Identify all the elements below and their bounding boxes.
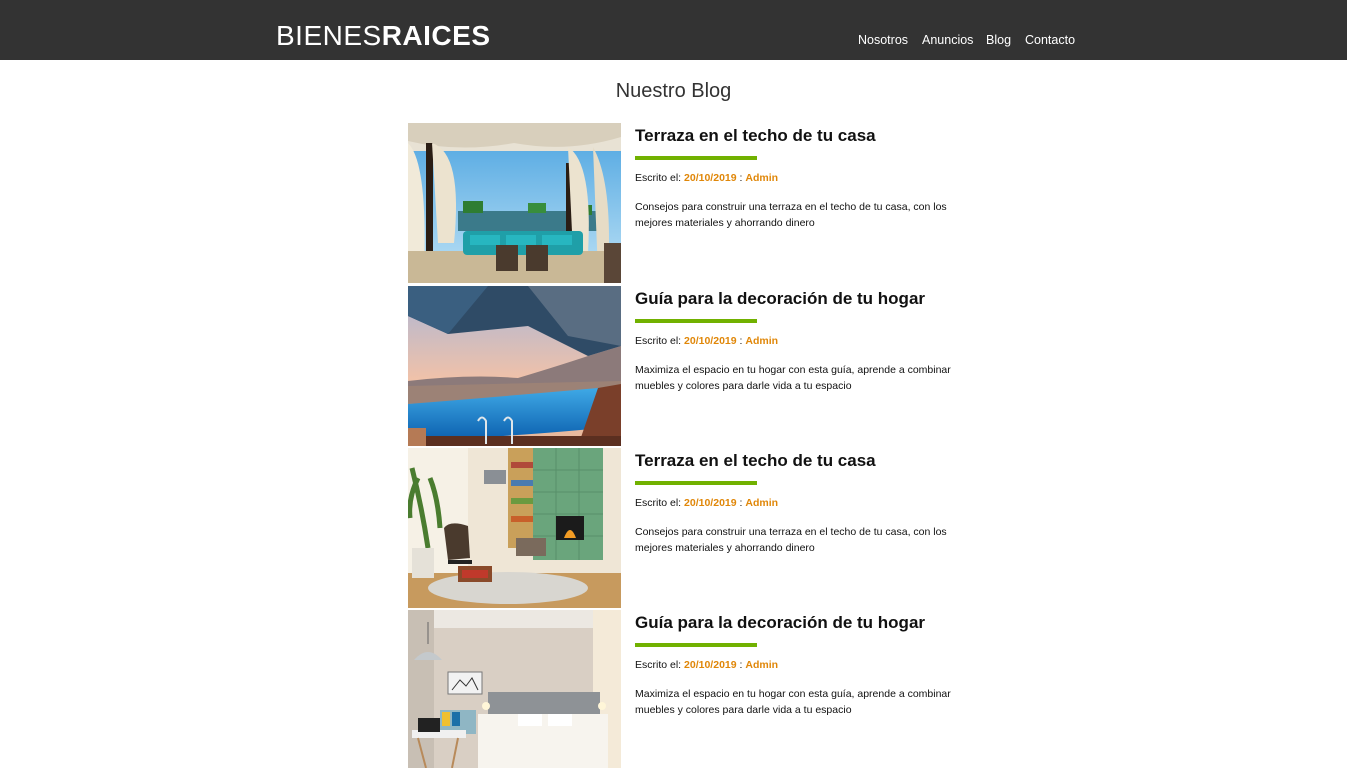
- infinity-pool-image[interactable]: [408, 286, 621, 446]
- entry-date: 20/10/2019: [684, 497, 737, 509]
- entry-author: Admin: [745, 659, 779, 671]
- blog-entry: Guía para la decoración de tu hogar Escr…: [408, 610, 953, 768]
- site-logo[interactable]: BIENESRAICES: [276, 22, 491, 50]
- entry-meta: Escrito el: 20/10/2019 : Admin: [635, 172, 778, 184]
- logo-text-light: BIENES: [276, 20, 382, 51]
- rooftop-terrace-image[interactable]: [408, 123, 621, 283]
- meta-separator: :: [739, 659, 743, 671]
- entry-author: Admin: [745, 497, 779, 509]
- entry-description: Maximiza el espacio en tu hogar con esta…: [635, 688, 951, 716]
- entry-title[interactable]: Terraza en el techo de tu casa: [635, 126, 876, 146]
- page-title: Nuestro Blog: [615, 80, 732, 102]
- meta-label: Escrito el:: [635, 659, 682, 671]
- meta-separator: :: [739, 172, 743, 184]
- title-underline: [635, 643, 757, 647]
- meta-separator: :: [739, 335, 743, 347]
- blog-entry: Guía para la decoración de tu hogar Escr…: [408, 286, 953, 446]
- entry-date: 20/10/2019: [684, 172, 737, 184]
- entry-description: Consejos para construir una terraza en e…: [635, 526, 947, 554]
- nav-link-anuncios[interactable]: Anuncios: [922, 33, 973, 47]
- entry-author: Admin: [745, 172, 779, 184]
- bedroom-image[interactable]: [408, 610, 621, 768]
- entry-title[interactable]: Guía para la decoración de tu hogar: [635, 289, 925, 309]
- meta-label: Escrito el:: [635, 497, 682, 509]
- blog-entry: Terraza en el techo de tu casa Escrito e…: [408, 123, 953, 283]
- entry-title[interactable]: Guía para la decoración de tu hogar: [635, 613, 925, 633]
- entry-meta: Escrito el: 20/10/2019 : Admin: [635, 335, 778, 347]
- meta-label: Escrito el:: [635, 172, 682, 184]
- blog-entry: Terraza en el techo de tu casa Escrito e…: [408, 448, 953, 608]
- nav-link-blog[interactable]: Blog: [986, 33, 1011, 47]
- title-underline: [635, 156, 757, 160]
- entry-description: Maximiza el espacio en tu hogar con esta…: [635, 364, 951, 392]
- meta-label: Escrito el:: [635, 335, 682, 347]
- logo-text-bold: RAICES: [381, 20, 491, 51]
- site-header: BIENESRAICES Nosotros Anuncios Blog Cont…: [0, 0, 1347, 60]
- entry-author: Admin: [745, 335, 779, 347]
- living-room-image[interactable]: [408, 448, 621, 608]
- title-underline: [635, 481, 757, 485]
- entry-date: 20/10/2019: [684, 659, 737, 671]
- entry-description: Consejos para construir una terraza en e…: [635, 201, 947, 229]
- entry-date: 20/10/2019: [684, 335, 737, 347]
- entry-meta: Escrito el: 20/10/2019 : Admin: [635, 497, 778, 509]
- meta-separator: :: [739, 497, 743, 509]
- entry-title[interactable]: Terraza en el techo de tu casa: [635, 451, 876, 471]
- nav-link-nosotros[interactable]: Nosotros: [858, 33, 908, 47]
- title-underline: [635, 319, 757, 323]
- nav-link-contacto[interactable]: Contacto: [1025, 33, 1075, 47]
- entry-meta: Escrito el: 20/10/2019 : Admin: [635, 659, 778, 671]
